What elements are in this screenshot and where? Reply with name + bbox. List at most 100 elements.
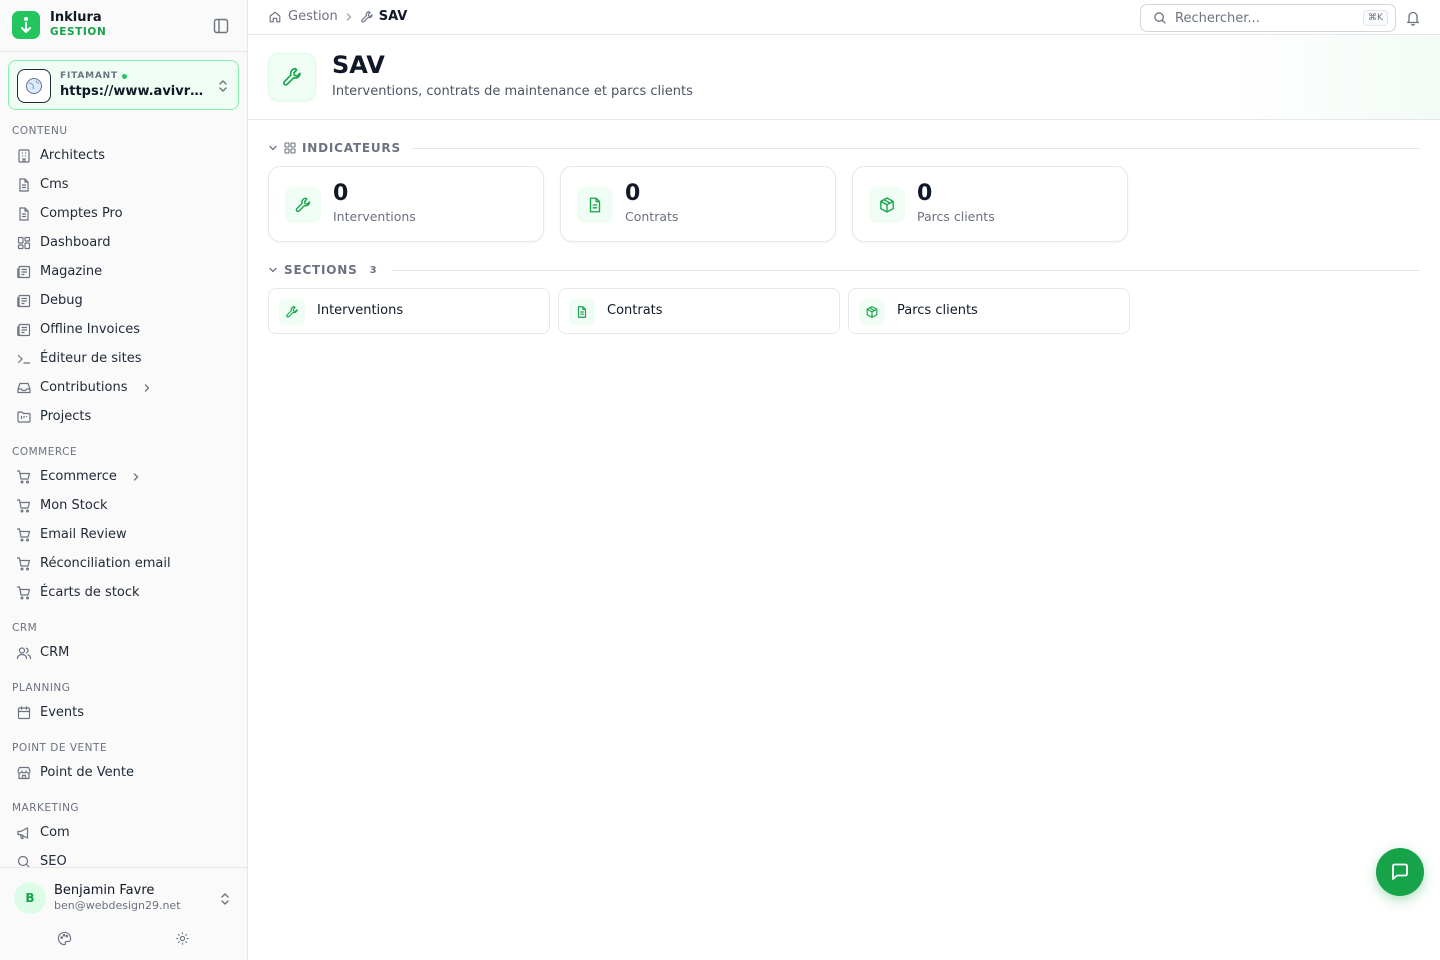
site-switcher[interactable]: FITAMANT https://www.avivre.fr (8, 60, 239, 110)
store-icon (17, 766, 31, 779)
nav-section-contenu: CONTENU (12, 125, 68, 137)
page-subtitle: Interventions, contrats de maintenance e… (332, 84, 693, 99)
package-icon (869, 187, 905, 223)
sections-count: 3 (369, 264, 377, 276)
chevron-down-icon (269, 267, 277, 273)
sidebar-item-point-de-vente[interactable]: Point de Vente (0, 758, 247, 787)
home-icon (269, 11, 281, 23)
search-shortcut: ⌘K (1363, 10, 1388, 26)
chevron-right-icon (133, 472, 139, 481)
sidebar-item-label: Events (40, 705, 85, 720)
section-label: Contrats (607, 303, 663, 318)
gear-icon[interactable] (175, 931, 190, 946)
section-card-interventions[interactable]: Interventions (268, 288, 550, 334)
wrench-icon (268, 53, 316, 101)
kpi-label: Parcs clients (917, 209, 995, 224)
sidebar: Inklura GESTION FITAMANT https://www.avi… (0, 0, 248, 960)
chevron-right-icon (346, 13, 352, 21)
sidebar-item-label: Mon Stock (40, 498, 108, 513)
brand-logo-icon[interactable] (12, 11, 40, 39)
sidebar-item-label: Debug (40, 293, 83, 308)
sidebar-item-offline-invoices[interactable]: Offline Invoices (0, 315, 247, 344)
search-icon (17, 855, 31, 868)
sidebar-item-magazine[interactable]: Magazine (0, 257, 247, 286)
sidebar-item-label: Magazine (40, 264, 103, 279)
bell-icon[interactable] (1405, 9, 1421, 26)
brand-header: Inklura GESTION (0, 0, 247, 52)
nav-section-marketing: MARKETING (12, 802, 80, 814)
shopping-cart-icon (16, 469, 31, 484)
sections-group-toggle[interactable]: SECTIONS 3 (268, 263, 377, 277)
sidebar-item-projects[interactable]: Projects (0, 402, 247, 431)
sidebar-nav: CONTENU Architects Cms Comptes Pro Dashb… (0, 118, 247, 868)
page-title: SAV (332, 51, 385, 79)
sidebar-item-label: Ecommerce (40, 469, 117, 484)
file-text-icon (19, 206, 29, 221)
sidebar-item-architects[interactable]: Architects (0, 141, 247, 170)
calendar-icon (17, 705, 31, 719)
site-url: https://www.avivre.fr (60, 84, 206, 99)
wrench-icon (279, 299, 305, 325)
section-card-contrats[interactable]: Contrats (558, 288, 840, 334)
search-box[interactable]: ⌘K (1140, 4, 1396, 32)
sidebar-item-com[interactable]: Com (0, 818, 247, 847)
indicators-title: INDICATEURS (302, 141, 401, 155)
sidebar-item-editeur-de-sites[interactable]: Éditeur de sites (0, 344, 247, 373)
sidebar-item-dashboard[interactable]: Dashboard (0, 228, 247, 257)
sidebar-item-label: Contributions (40, 380, 128, 395)
sidebar-item-label: CRM (40, 645, 70, 660)
search-input[interactable] (1175, 9, 1355, 27)
online-status-dot (121, 74, 127, 79)
kpi-value: 0 (625, 181, 641, 206)
sidebar-item-debug[interactable]: Debug (0, 286, 247, 315)
newspaper-icon (17, 294, 31, 307)
section-label: Interventions (317, 303, 404, 318)
kpi-label: Interventions (333, 209, 416, 224)
chat-button[interactable] (1376, 848, 1424, 896)
kpi-card-parcs-clients: 0 Parcs clients (852, 166, 1128, 242)
chevrons-up-down-icon (218, 891, 232, 907)
sidebar-item-crm[interactable]: CRM (0, 638, 247, 667)
sidebar-item-comptes-pro[interactable]: Comptes Pro (0, 199, 247, 228)
breadcrumb-current-label: SAV (378, 9, 408, 24)
section-card-parcs-clients[interactable]: Parcs clients (848, 288, 1130, 334)
sidebar-item-contributions[interactable]: Contributions (0, 373, 247, 402)
sidebar-item-seo[interactable]: SEO (0, 847, 247, 868)
site-label-text: FITAMANT (60, 71, 118, 81)
shopping-cart-icon (16, 527, 31, 542)
palette-icon[interactable] (57, 931, 72, 946)
sidebar-item-events[interactable]: Events (0, 698, 247, 727)
terminal-icon (17, 354, 31, 364)
kpi-card-contrats: 0 Contrats (560, 166, 836, 242)
brand-name: Inklura (50, 10, 102, 25)
user-name: Benjamin Favre (54, 883, 155, 898)
sidebar-item-ecarts-de-stock[interactable]: Écarts de stock (0, 578, 247, 607)
file-text-icon (577, 187, 613, 223)
indicators-group-toggle[interactable]: INDICATEURS (268, 141, 401, 155)
sidebar-item-email-review[interactable]: Email Review (0, 520, 247, 549)
kpi-card-interventions: 0 Interventions (268, 166, 544, 242)
kpi-value: 0 (917, 181, 933, 206)
sidebar-item-cms[interactable]: Cms (0, 170, 247, 199)
package-icon (859, 299, 885, 325)
shopping-cart-icon (16, 498, 31, 513)
users-icon (16, 646, 32, 659)
sidebar-item-label: Architects (40, 148, 106, 163)
breadcrumb-home-link[interactable]: Gestion (268, 9, 338, 25)
sidebar-toggle-icon[interactable] (212, 17, 230, 35)
sidebar-item-label: Point de Vente (40, 765, 135, 780)
sidebar-item-mon-stock[interactable]: Mon Stock (0, 491, 247, 520)
user-menu[interactable]: B Benjamin Favre ben@webdesign29.net (0, 867, 247, 960)
sidebar-item-label: Réconciliation email (40, 556, 171, 571)
divider (392, 270, 1420, 271)
kpi-value: 0 (333, 181, 349, 206)
sidebar-item-label: Com (40, 825, 70, 840)
chevrons-up-down-icon (216, 78, 230, 94)
sidebar-item-ecommerce[interactable]: Ecommerce (0, 462, 247, 491)
sidebar-item-reconciliation-email[interactable]: Réconciliation email (0, 549, 247, 578)
sections-title: SECTIONS (284, 263, 358, 277)
chevron-right-icon (144, 383, 149, 392)
